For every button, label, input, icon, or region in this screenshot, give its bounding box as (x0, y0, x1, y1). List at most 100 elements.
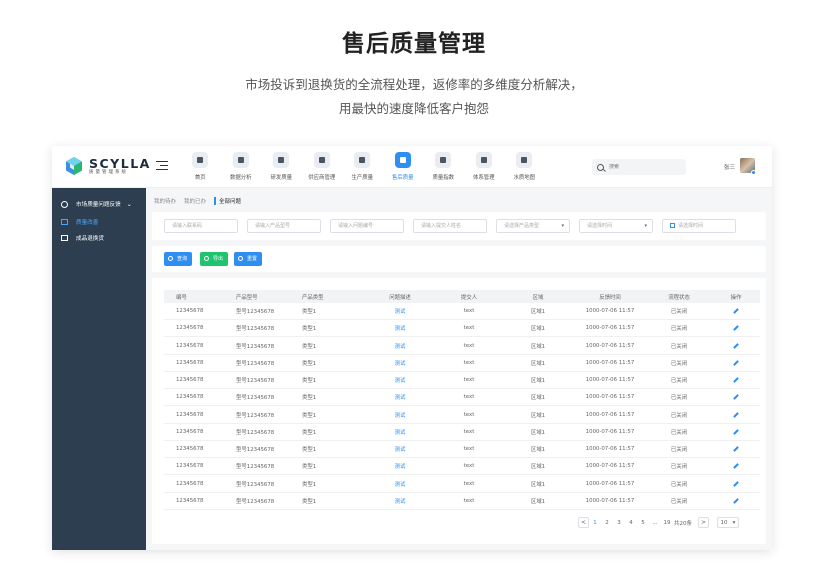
column-header: 问题描述 (389, 294, 411, 301)
nav-item[interactable]: 首页 (180, 152, 221, 181)
sidebar: 市场质量问题反馈 ⌄ 质量改善 成品退换货 (52, 188, 146, 550)
table-cell[interactable]: 测试 (364, 476, 436, 492)
issues-table: 编号 产品型号 产品类型 问题描述 提交人 区域 反馈时间 流程状态 操作 12… (152, 278, 766, 544)
nav-item[interactable]: 研发质量 (261, 152, 302, 181)
sidebar-item-quality-improvement[interactable]: 质量改善 (52, 214, 146, 230)
table-row[interactable]: 12345678 型号12345678 类型1 测试 text 区域1 1000-07-06… (164, 441, 760, 458)
edit-action[interactable] (712, 493, 760, 509)
table-row[interactable]: 12345678 型号12345678 类型1 测试 text 区域1 1000-07-06… (164, 476, 760, 493)
nav-item[interactable]: 质量指数 (423, 152, 464, 181)
feedback-date-picker[interactable]: 请选择时间 (662, 219, 736, 233)
tab-my-todo[interactable]: 我的待办 (154, 197, 176, 205)
issue-date-select[interactable]: 请选择时间 ▾ (579, 219, 653, 233)
edit-action[interactable] (712, 458, 760, 474)
page-size-select[interactable]: 10 ▾ (717, 517, 739, 528)
edit-action[interactable] (712, 424, 760, 440)
nav-item[interactable]: 数据分析 (221, 152, 262, 181)
table-row[interactable]: 12345678 型号12345678 类型1 测试 text 区域1 1000-07-06… (164, 493, 760, 510)
edit-action[interactable] (712, 320, 760, 336)
edit-action[interactable] (712, 355, 760, 371)
page-number: ... (652, 519, 658, 526)
button-label: 导出 (213, 256, 224, 262)
table-row[interactable]: 12345678 型号12345678 类型1 测试 text 区域1 1000-07-06… (164, 372, 760, 389)
nav-item-label: 体系管理 (472, 175, 495, 181)
table-cell[interactable]: 测试 (364, 389, 436, 405)
improvement-icon (61, 219, 68, 225)
nav-item[interactable]: 生产质量 (342, 152, 383, 181)
table-cell: 1000-07-06 11:57 (585, 497, 635, 504)
table-cell: 型号12345678 (236, 326, 275, 333)
page-number[interactable]: 5 (637, 520, 649, 526)
column-header: 区域 (532, 294, 544, 301)
page-number[interactable]: 1 (589, 520, 601, 526)
table-cell[interactable]: 测试 (364, 493, 436, 509)
sidebar-group-market-quality[interactable]: 市场质量问题反馈 ⌄ (52, 194, 146, 214)
nav-item[interactable]: 供应商管理 (302, 152, 343, 181)
table-row[interactable]: 12345678 型号12345678 类型1 测试 text 区域1 1000-07-06… (164, 303, 760, 320)
nav-item-label: 数据分析 (229, 175, 252, 181)
product-type-select[interactable]: 请选择产品类型 ▾ (496, 219, 570, 233)
table-cell[interactable]: 测试 (364, 424, 436, 440)
system-icon (475, 152, 492, 168)
page-number[interactable]: 3 (613, 520, 625, 526)
table-cell[interactable]: 测试 (364, 355, 436, 371)
table-row[interactable]: 12345678 型号12345678 类型1 测试 text 区域1 1000-07-06… (164, 355, 760, 372)
edit-action[interactable] (712, 338, 760, 354)
table-row[interactable]: 12345678 型号12345678 类型1 测试 text 区域1 1000-07-06… (164, 424, 760, 441)
search-input[interactable] (609, 164, 679, 170)
column-header: 编号 (176, 294, 187, 301)
tab-my-done[interactable]: 我的已办 (184, 197, 206, 205)
table-cell[interactable]: 测试 (364, 320, 436, 336)
table-cell[interactable]: 测试 (364, 303, 436, 319)
table-row[interactable]: 12345678 型号12345678 类型1 测试 text 区域1 1000-07-06… (164, 320, 760, 338)
table-cell[interactable]: 测试 (364, 407, 436, 423)
table-cell[interactable]: 测试 (364, 338, 436, 354)
prev-page-button[interactable]: < (578, 517, 589, 528)
menu-toggle-icon[interactable] (156, 161, 168, 172)
table-cell: text (463, 463, 475, 470)
query-button[interactable]: 查询 (164, 252, 192, 266)
table-row[interactable]: 12345678 型号12345678 类型1 测试 text 区域1 1000-07-06… (164, 389, 760, 407)
issue-number-input[interactable]: 请输入问题编号 (330, 219, 404, 233)
edit-action[interactable] (712, 372, 760, 388)
table-cell: 已关闭 (670, 481, 688, 488)
total-count: 共20条 (674, 520, 692, 527)
edit-action[interactable] (712, 407, 760, 423)
page-number[interactable]: 19 (661, 520, 673, 526)
edit-icon (733, 359, 739, 366)
table-cell[interactable]: 测试 (364, 458, 436, 474)
table-row[interactable]: 12345678 型号12345678 类型1 测试 text 区域1 1000-07-06… (164, 407, 760, 424)
page-number[interactable]: 4 (625, 520, 637, 526)
supplier-icon (313, 152, 330, 168)
next-page-button[interactable]: > (698, 517, 709, 528)
logo[interactable]: SCYLLA 质量管理系统 (64, 156, 151, 176)
table-row[interactable]: 12345678 型号12345678 类型1 测试 text 区域1 1000-07-06… (164, 338, 760, 355)
edit-icon (733, 428, 739, 435)
sidebar-item-product-returns[interactable]: 成品退换货 (52, 230, 146, 246)
table-cell: 12345678 (176, 497, 204, 504)
nav-item[interactable]: 体系管理 (464, 152, 505, 181)
table-cell[interactable]: 测试 (364, 372, 436, 388)
reset-button[interactable]: 重置 (234, 252, 262, 266)
product-model-input[interactable]: 请输入产品型号 (247, 219, 321, 233)
map-icon (516, 152, 533, 168)
nav-item-label: 售后质量 (391, 175, 414, 181)
edit-action[interactable] (712, 441, 760, 457)
table-row[interactable]: 12345678 型号12345678 类型1 测试 text 区域1 1000-07-06… (164, 458, 760, 476)
edit-action[interactable] (712, 476, 760, 492)
edit-action[interactable] (712, 303, 760, 319)
table-cell[interactable]: 测试 (364, 441, 436, 457)
nav-item[interactable]: 水质地图 (504, 152, 545, 181)
nav-item[interactable]: 售后质量 (383, 152, 424, 181)
table-cell: 1000-07-06 11:57 (585, 342, 635, 349)
submitter-name-input[interactable]: 请输入提交人姓名 (413, 219, 487, 233)
export-button[interactable]: 导出 (200, 252, 228, 266)
page-number[interactable]: 2 (601, 520, 613, 526)
edit-icon (733, 497, 739, 504)
edit-action[interactable] (712, 389, 760, 405)
user-name[interactable]: 张三 (724, 163, 735, 171)
contact-number-input[interactable]: 请输入联系码 (164, 219, 238, 233)
tab-all-issues[interactable]: 全部问题 (214, 197, 241, 205)
table-cell: 区域1 (530, 378, 546, 384)
search-box[interactable] (592, 159, 686, 175)
